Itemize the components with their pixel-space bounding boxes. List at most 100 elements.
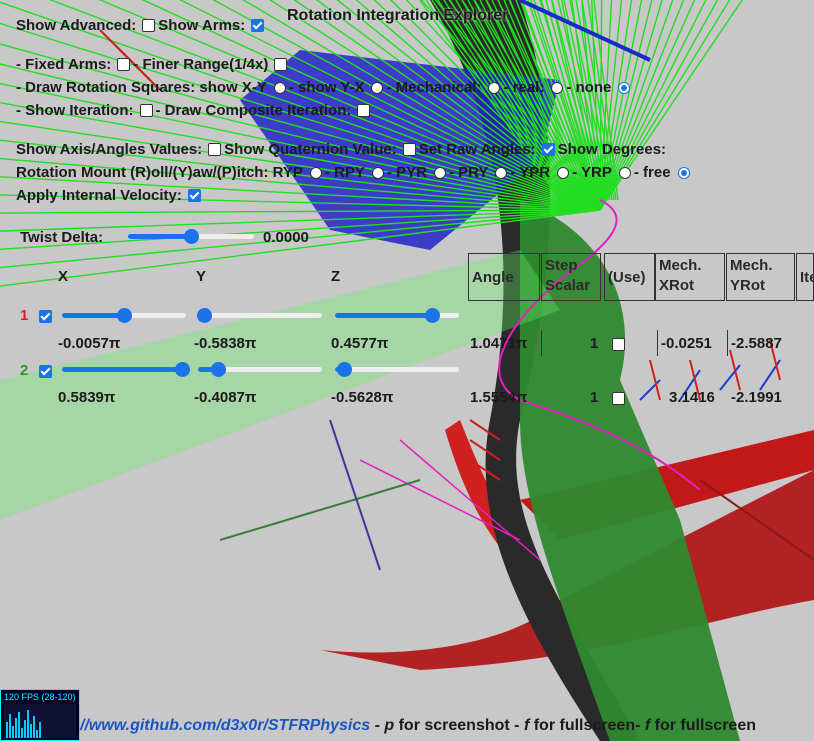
row2-index: 2 — [20, 362, 29, 379]
row2-y-thumb[interactable] — [210, 362, 226, 377]
row2-x-slider[interactable] — [62, 362, 191, 377]
header-mech-yrot: Mech. YRot — [726, 253, 795, 301]
set-raw-checkbox[interactable] — [541, 143, 555, 156]
row1-x-fill — [62, 313, 124, 318]
row2-x-thumb[interactable] — [175, 362, 191, 377]
mount-ypr-radio[interactable] — [557, 166, 570, 179]
screenshot-key: p — [384, 717, 395, 734]
footer: //www.github.com/d3x0r/STFRPhysics - p f… — [80, 717, 756, 735]
finer-range-label: - Finer Range(1/4x) — [133, 56, 269, 73]
show-axis-checkbox[interactable] — [208, 143, 222, 156]
show-quaternion-checkbox[interactable] — [402, 143, 416, 156]
row1-y-slider[interactable] — [197, 308, 322, 323]
row1-z-fill — [335, 313, 432, 318]
row1-index: 1 — [20, 307, 29, 324]
mount-ryp-radio[interactable] — [309, 166, 322, 179]
header-use: (Use) — [604, 253, 655, 301]
mount-rpy-radio[interactable] — [371, 166, 384, 179]
mount-pry-radio[interactable] — [495, 166, 508, 179]
row1-x-value: -0.0057π — [58, 335, 121, 352]
row1-divider-2 — [657, 330, 658, 356]
squares-xy-radio[interactable] — [273, 81, 286, 94]
none-label: - none — [566, 79, 612, 96]
header-step-text: Step Scalar — [545, 257, 591, 294]
twist-delta-thumb[interactable] — [184, 229, 199, 244]
draw-composite-label: - Draw Composite Iteration: — [155, 102, 352, 119]
fps-text: 120 FPS (28-120) — [4, 692, 76, 702]
twist-delta-value: 0.0000 — [263, 229, 309, 246]
set-raw-label: Set Raw Angles: — [418, 141, 536, 158]
show-arms-checkbox[interactable] — [251, 19, 265, 32]
row1-x-slider[interactable] — [62, 308, 186, 323]
row1-enable-checkbox[interactable] — [39, 310, 52, 323]
mount-pyr-radio[interactable] — [433, 166, 446, 179]
finer-range-checkbox[interactable] — [274, 58, 288, 71]
row-fixed-arms: - Fixed Arms: - Finer Range(1/4x) — [16, 56, 290, 73]
row-show-iteration: - Show Iteration: - Draw Composite Itera… — [16, 102, 373, 119]
row1-divider — [541, 330, 542, 356]
apply-velocity-label: Apply Internal Velocity: — [16, 187, 182, 204]
row2-z-slider[interactable] — [335, 362, 459, 377]
squares-real-radio[interactable] — [551, 81, 564, 94]
draw-composite-checkbox[interactable] — [357, 104, 371, 117]
row2-y-slider[interactable] — [198, 362, 322, 377]
fixed-arms-checkbox[interactable] — [117, 58, 131, 71]
row2-step-value: 1 — [590, 389, 599, 406]
mechanical-label: - Mechanical: — [386, 79, 482, 96]
apply-velocity-checkbox[interactable] — [187, 189, 201, 202]
row1-y-value: -0.5838π — [194, 335, 257, 352]
row2-z-value: -0.5628π — [331, 389, 394, 406]
fps-graph — [4, 704, 76, 738]
show-iteration-checkbox[interactable] — [139, 104, 153, 117]
row1-y-thumb[interactable] — [197, 308, 213, 323]
mount-free-radio[interactable] — [677, 166, 690, 179]
twist-delta-label: Twist Delta: — [20, 229, 104, 246]
row1-z-thumb[interactable] — [424, 308, 440, 323]
show-yx-label: - show Y-X — [288, 79, 365, 96]
row2-y-value: -0.4087π — [194, 389, 257, 406]
row2-use-checkbox[interactable] — [612, 392, 625, 405]
squares-mechanical-radio[interactable] — [488, 81, 501, 94]
show-advanced-checkbox[interactable] — [142, 19, 156, 32]
row1-z-slider[interactable] — [335, 308, 459, 323]
fixed-arms-label: - Fixed Arms: — [16, 56, 112, 73]
mount-yrp-radio[interactable] — [618, 166, 631, 179]
github-link[interactable]: //www.github.com/d3x0r/STFRPhysics — [80, 717, 370, 734]
row1-mech-y-value: -2.5887 — [731, 335, 782, 352]
row-draw-squares: - Draw Rotation Squares: show X-Y - show… — [16, 79, 633, 96]
header-iteration: Ite — [796, 253, 814, 301]
footer-text-fullscreen-1: for fullscreen- — [529, 717, 645, 734]
row2-angle-value: 1.5554π — [470, 389, 528, 406]
row1-x-thumb[interactable] — [117, 308, 132, 323]
row2-enable-checkbox[interactable] — [39, 365, 52, 378]
show-degrees-label: Show Degrees: — [557, 141, 667, 158]
row-apply-velocity: Apply Internal Velocity: — [16, 187, 204, 204]
row1-use-checkbox[interactable] — [612, 338, 625, 351]
squares-yx-radio[interactable] — [371, 81, 384, 94]
squares-none-radio[interactable] — [618, 81, 631, 94]
show-quaternion-label: Show Quaternion Value: — [224, 141, 397, 158]
mount-free-label: - free — [633, 164, 671, 181]
row2-mech-y-value: -2.1991 — [731, 389, 782, 406]
controls-overlay: Rotation Integration Explorer Show Advan… — [0, 0, 814, 741]
mount-label: Rotation Mount (R)oll/(Y)aw/(P)itch: RYP — [16, 164, 303, 181]
mount-yrp-label: - YRP — [572, 164, 612, 181]
row1-z-value: 0.4577π — [331, 335, 389, 352]
header-ite-text: Ite — [800, 269, 813, 286]
show-arms-label: Show Arms: — [158, 17, 246, 34]
mount-pry-label: - PRY — [448, 164, 489, 181]
real-label: - real: — [503, 79, 545, 96]
header-angle: Angle — [468, 253, 540, 301]
row2-mech-x-value: 3.1416 — [669, 389, 715, 406]
twist-delta-slider[interactable] — [128, 229, 254, 244]
header-step-scalar: Step Scalar — [541, 253, 601, 301]
row1-mech-x-value: -0.0251 — [661, 335, 712, 352]
page-title: Rotation Integration Explorer — [287, 7, 509, 24]
row1-divider-3 — [727, 330, 728, 356]
show-advanced-label: Show Advanced: — [16, 17, 137, 34]
show-axis-label: Show Axis/Angles Values: — [16, 141, 203, 158]
header-angle-text: Angle — [472, 269, 514, 286]
row2-z-thumb[interactable] — [336, 362, 352, 377]
header-mech-xrot: Mech. XRot — [655, 253, 725, 301]
row1-step-value: 1 — [590, 335, 599, 352]
